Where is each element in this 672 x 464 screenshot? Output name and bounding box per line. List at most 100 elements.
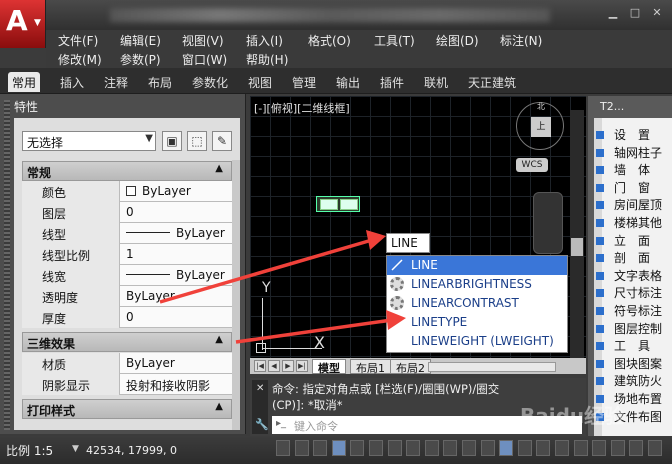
fullscreen-icon[interactable]	[648, 440, 662, 456]
menu-file[interactable]: 文件(F)	[58, 32, 98, 49]
lineweight-icon[interactable]	[462, 440, 476, 456]
suggestion-line[interactable]: LINE	[387, 256, 567, 275]
menu-view[interactable]: 视图(V)	[182, 32, 224, 49]
prop-row-color[interactable]: 颜色 ByLayer	[22, 181, 232, 202]
viewcube[interactable]: 北 上	[516, 102, 564, 150]
tool-palette-item[interactable]: 楼梯其他	[596, 214, 662, 231]
tab-layout1[interactable]: 布局1	[350, 359, 391, 375]
snap-icon[interactable]	[294, 440, 309, 456]
tool-palette-item[interactable]: 图块图案	[596, 355, 662, 372]
tab-parametric[interactable]: 参数化	[188, 72, 232, 92]
polar-icon[interactable]	[350, 440, 365, 456]
tool-palette-item[interactable]: 房间屋顶	[596, 196, 662, 213]
transparency-icon[interactable]	[480, 440, 495, 456]
tool-palette-item[interactable]: 工 具	[596, 337, 650, 354]
tab-insert[interactable]: 插入	[56, 72, 88, 92]
prop-row-thickness[interactable]: 厚度 0	[22, 307, 232, 328]
suggestion-linetype[interactable]: LINETYPE	[387, 313, 567, 332]
tab-tangent-arch[interactable]: 天正建筑	[464, 72, 520, 92]
menu-dimension[interactable]: 标注(N)	[500, 32, 542, 49]
viewcube-face[interactable]: 上	[531, 117, 551, 137]
tool-palette-item[interactable]: 图层控制	[596, 320, 662, 337]
chevron-down-icon[interactable]: ▼	[72, 444, 79, 454]
section-general[interactable]: 常规 ▲	[22, 161, 232, 181]
isolate-icon[interactable]	[629, 440, 644, 456]
menu-tools[interactable]: 工具(T)	[374, 32, 415, 49]
infer-icon[interactable]	[276, 440, 290, 456]
close-icon[interactable]: ✕	[650, 6, 664, 20]
viewport-controls-label[interactable]: [-][俯视][二维线框]	[254, 100, 350, 116]
layout-icon[interactable]	[555, 440, 569, 456]
section-plot-style[interactable]: 打印样式 ▲	[22, 399, 232, 419]
palette-scrollbar[interactable]	[232, 160, 240, 430]
selection-dropdown[interactable]: 无选择 ▼	[22, 131, 156, 151]
annotation-icon[interactable]	[573, 440, 588, 456]
tab-model[interactable]: 模型	[312, 359, 346, 375]
qp-icon[interactable]	[499, 440, 514, 456]
menu-insert[interactable]: 插入(I)	[246, 32, 283, 49]
prop-row-material[interactable]: 材质 ByLayer	[22, 353, 232, 374]
wrench-icon[interactable]: 🔧	[255, 418, 269, 431]
prop-row-layer[interactable]: 图层 0	[22, 202, 232, 223]
sc-icon[interactable]	[517, 440, 532, 456]
tab-layout[interactable]: 布局	[144, 72, 176, 92]
prev-tab-icon[interactable]: ◀	[268, 360, 280, 372]
menu-modify[interactable]: 修改(M)	[58, 51, 102, 68]
palette-grip[interactable]	[4, 100, 10, 430]
navigation-bar[interactable]	[533, 192, 563, 254]
suggestion-lineweight[interactable]: LINEWEIGHT (LWEIGHT)	[387, 332, 567, 351]
viewport-scroll-thumb[interactable]	[571, 238, 583, 256]
osnap-icon[interactable]	[369, 440, 383, 456]
quick-select-icon[interactable]: ✎	[212, 131, 232, 151]
prop-row-shadow[interactable]: 阴影显示 投射和接收阴影	[22, 374, 232, 395]
prop-row-lineweight[interactable]: 线宽 ByLayer	[22, 265, 232, 286]
last-tab-icon[interactable]: ▶|	[296, 360, 308, 372]
tool-palette-item[interactable]: 设 置	[596, 126, 650, 143]
dynamic-input-box[interactable]: LINE	[386, 233, 430, 253]
select-objects-icon[interactable]: ⬚	[187, 131, 207, 151]
tab-online[interactable]: 联机	[420, 72, 452, 92]
workspace-icon[interactable]	[592, 440, 607, 456]
tool-palette-item[interactable]: 符号标注	[596, 302, 662, 319]
horizontal-scrollbar[interactable]	[428, 362, 556, 372]
menu-window[interactable]: 窗口(W)	[182, 51, 227, 68]
tab-annotate[interactable]: 注释	[100, 72, 132, 92]
menu-parameters[interactable]: 参数(P)	[120, 51, 161, 68]
tab-plugins[interactable]: 插件	[376, 72, 408, 92]
wcs-menu[interactable]: WCS	[516, 158, 548, 172]
tool-palette-item[interactable]: 剖 面	[596, 249, 650, 266]
tool-palette-item[interactable]: 轴网柱子	[596, 144, 662, 161]
menu-help[interactable]: 帮助(H)	[246, 51, 288, 68]
selected-objects[interactable]	[316, 196, 360, 212]
tab-home[interactable]: 常用	[8, 72, 41, 92]
tab-output[interactable]: 输出	[332, 72, 364, 92]
viewport-vertical-scrollbar[interactable]	[570, 110, 584, 360]
tab-view[interactable]: 视图	[244, 72, 276, 92]
tool-palette-item[interactable]: 立 面	[596, 232, 650, 249]
tab-manage[interactable]: 管理	[288, 72, 320, 92]
tab-layout2[interactable]: 布局2	[390, 359, 431, 375]
lock-icon[interactable]	[610, 440, 625, 456]
tool-palette-item[interactable]: 文字表格	[596, 267, 662, 284]
minimize-icon[interactable]: ▁	[606, 6, 620, 20]
tool-palette-item[interactable]: 建筑防火	[596, 372, 662, 389]
menu-edit[interactable]: 编辑(E)	[120, 32, 161, 49]
prop-row-linetype[interactable]: 线型 ByLayer	[22, 223, 232, 244]
next-tab-icon[interactable]: ▶	[282, 360, 294, 372]
suggestion-linearbrightness[interactable]: LINEARBRIGHTNESS	[387, 275, 567, 294]
tool-palette-item[interactable]: 墙 体	[596, 161, 650, 178]
dyn-icon[interactable]	[443, 440, 458, 456]
ortho-icon[interactable]	[331, 440, 346, 456]
cursor-coordinates[interactable]: 42534, 17999, 0	[86, 444, 177, 457]
prop-row-linetype-scale[interactable]: 线型比例 1	[22, 244, 232, 265]
grid-icon[interactable]	[313, 440, 328, 456]
3dosnap-icon[interactable]	[387, 440, 402, 456]
ducs-icon[interactable]	[424, 440, 439, 456]
menu-format[interactable]: 格式(O)	[308, 32, 351, 49]
annotation-scale[interactable]: 比例 1:5	[6, 442, 53, 459]
otrack-icon[interactable]	[406, 440, 421, 456]
section-3d-effects[interactable]: 三维效果 ▲	[22, 332, 232, 352]
menu-draw[interactable]: 绘图(D)	[436, 32, 479, 49]
first-tab-icon[interactable]: |◀	[254, 360, 266, 372]
suggestion-linearcontrast[interactable]: LINEARCONTRAST	[387, 294, 567, 313]
